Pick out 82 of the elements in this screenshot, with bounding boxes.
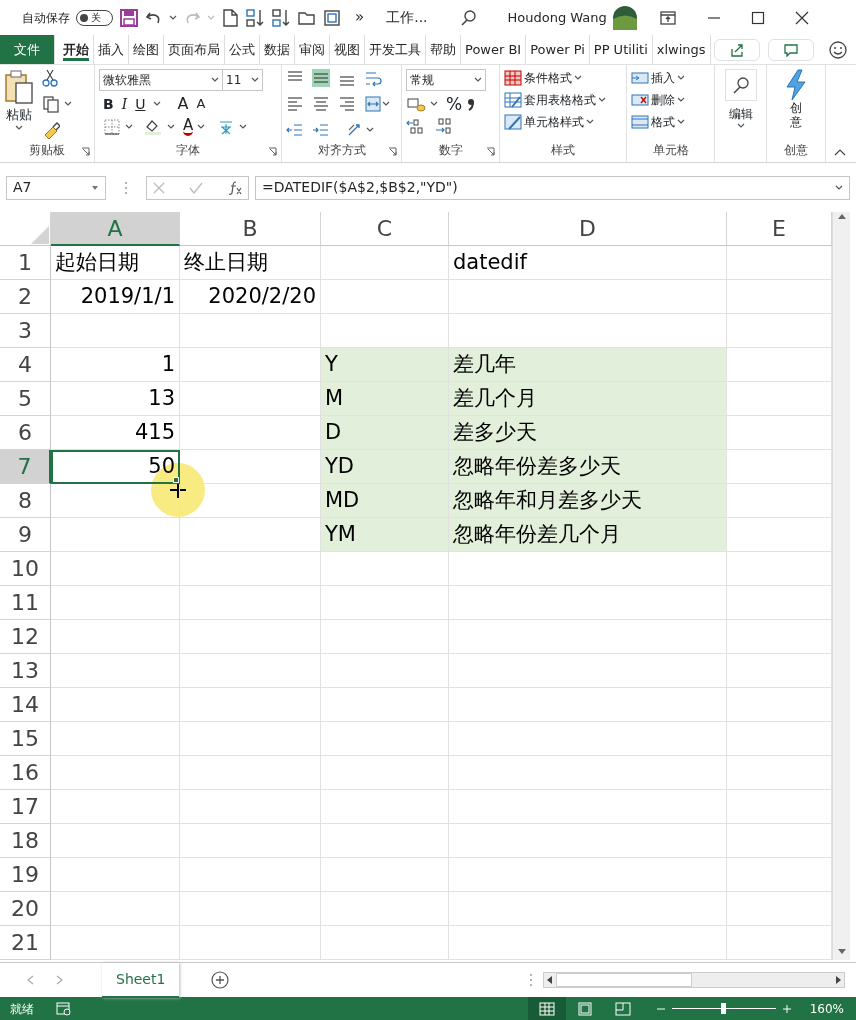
table-cell[interactable]: datedif	[449, 246, 727, 280]
table-cell[interactable]: 差几个月	[449, 382, 727, 416]
ribbon-tab[interactable]: 开始	[59, 35, 94, 64]
font-name-field[interactable]: 微软雅黑	[99, 69, 223, 91]
ribbon-menu-button[interactable]: 条件格式	[504, 69, 622, 87]
table-cell[interactable]: 终止日期	[180, 246, 321, 280]
file-tab[interactable]: 文件	[0, 35, 55, 64]
ribbon-menu-button[interactable]: 删除	[631, 91, 710, 109]
table-cell[interactable]: 50	[51, 450, 180, 484]
table-cell[interactable]: 13	[51, 382, 180, 416]
row-header[interactable]: 13	[0, 654, 51, 688]
group-label: 对齐方式	[316, 142, 367, 159]
row-header[interactable]: 11	[0, 586, 51, 620]
table-cell[interactable]: M	[321, 382, 449, 416]
row-header[interactable]: 4	[0, 348, 51, 382]
table-cell[interactable]: 415	[51, 416, 180, 450]
table-cell[interactable]: 1	[51, 348, 180, 382]
table-cell[interactable]: YM	[321, 518, 449, 552]
overflow-button[interactable]: »	[355, 6, 365, 29]
table-cell[interactable]: 起始日期	[51, 246, 180, 280]
ideas-button[interactable]: 创意	[784, 69, 808, 130]
table-cell[interactable]: YD	[321, 450, 449, 484]
italic-button[interactable]: I	[121, 95, 128, 113]
autosave-label: 自动保存	[22, 9, 70, 27]
row-header[interactable]: 9	[0, 518, 51, 552]
group-label: 样式	[550, 142, 576, 159]
row-header[interactable]: 12	[0, 620, 51, 654]
row-header[interactable]: 5	[0, 382, 51, 416]
table-cell[interactable]: 忽略年份差几个月	[449, 518, 727, 552]
table-cell[interactable]: 忽略年份差多少天	[449, 450, 727, 484]
table-cell[interactable]: 2020/2/20	[180, 280, 321, 314]
row-header[interactable]: 21	[0, 926, 51, 960]
zoom-level[interactable]: 160%	[809, 999, 844, 1018]
row-header[interactable]: 3	[0, 314, 51, 348]
column-header[interactable]: B	[180, 212, 321, 246]
paste-button[interactable]: 粘贴	[4, 69, 34, 139]
formula-field[interactable]: =DATEDIF($A$2,$B$2,"YD")	[255, 175, 850, 200]
table-cell[interactable]: MD	[321, 484, 449, 518]
row-header[interactable]: 20	[0, 892, 51, 926]
column-header[interactable]: A	[51, 212, 180, 246]
row-header[interactable]: 19	[0, 858, 51, 892]
table-cell[interactable]: Y	[321, 348, 449, 382]
table-cell[interactable]: 忽略年和月差多少天	[449, 484, 727, 518]
underline-button[interactable]: U	[135, 95, 146, 113]
table-cell[interactable]: D	[321, 416, 449, 450]
row-header[interactable]: 14	[0, 688, 51, 722]
row-header[interactable]: 16	[0, 756, 51, 790]
row-header[interactable]: 10	[0, 552, 51, 586]
group-label: 单元格	[651, 142, 690, 159]
row-header[interactable]: 17	[0, 790, 51, 824]
group-label: 数字	[437, 142, 464, 159]
row-header[interactable]: 15	[0, 722, 51, 756]
row-header[interactable]: 2	[0, 280, 51, 314]
group-label: 字体	[175, 142, 201, 159]
column-header[interactable]: E	[727, 212, 832, 246]
ribbon-menu-button[interactable]: 插入	[631, 69, 710, 87]
row-header[interactable]: 18	[0, 824, 51, 858]
sheet-tab[interactable]: Sheet1	[102, 962, 180, 998]
user-name: Houdong Wang	[507, 8, 607, 27]
table-cell[interactable]: 差多少天	[449, 416, 727, 450]
group-label: 剪贴板	[28, 142, 66, 159]
table-cell[interactable]: 2019/1/1	[51, 280, 180, 314]
ribbon-menu-button[interactable]: 套用表格格式	[504, 91, 622, 109]
name-box[interactable]: A7	[6, 175, 106, 200]
font-color-button[interactable]: A	[183, 117, 194, 136]
row-header[interactable]: 1	[0, 246, 51, 280]
number-format-field[interactable]: 常规	[406, 69, 486, 91]
document-title: 工作...	[386, 8, 428, 27]
bold-button[interactable]: B	[103, 95, 114, 113]
percent-button[interactable]: %	[446, 95, 463, 113]
ribbon-menu-button[interactable]: 单元格样式	[504, 113, 622, 131]
column-header[interactable]: D	[449, 212, 727, 246]
column-header[interactable]: C	[321, 212, 449, 246]
row-header[interactable]: 8	[0, 484, 51, 518]
decrease-font-button[interactable]: A	[196, 95, 206, 113]
group-label: 创意	[783, 142, 809, 159]
ribbon-menu-button[interactable]: 格式	[631, 113, 710, 131]
table-cell[interactable]: 差几年	[449, 348, 727, 382]
status-text: 就绪	[10, 1000, 34, 1018]
increase-font-button[interactable]: A	[177, 95, 189, 113]
font-size-field[interactable]: 11	[223, 69, 263, 91]
row-header[interactable]: 7	[0, 450, 51, 484]
